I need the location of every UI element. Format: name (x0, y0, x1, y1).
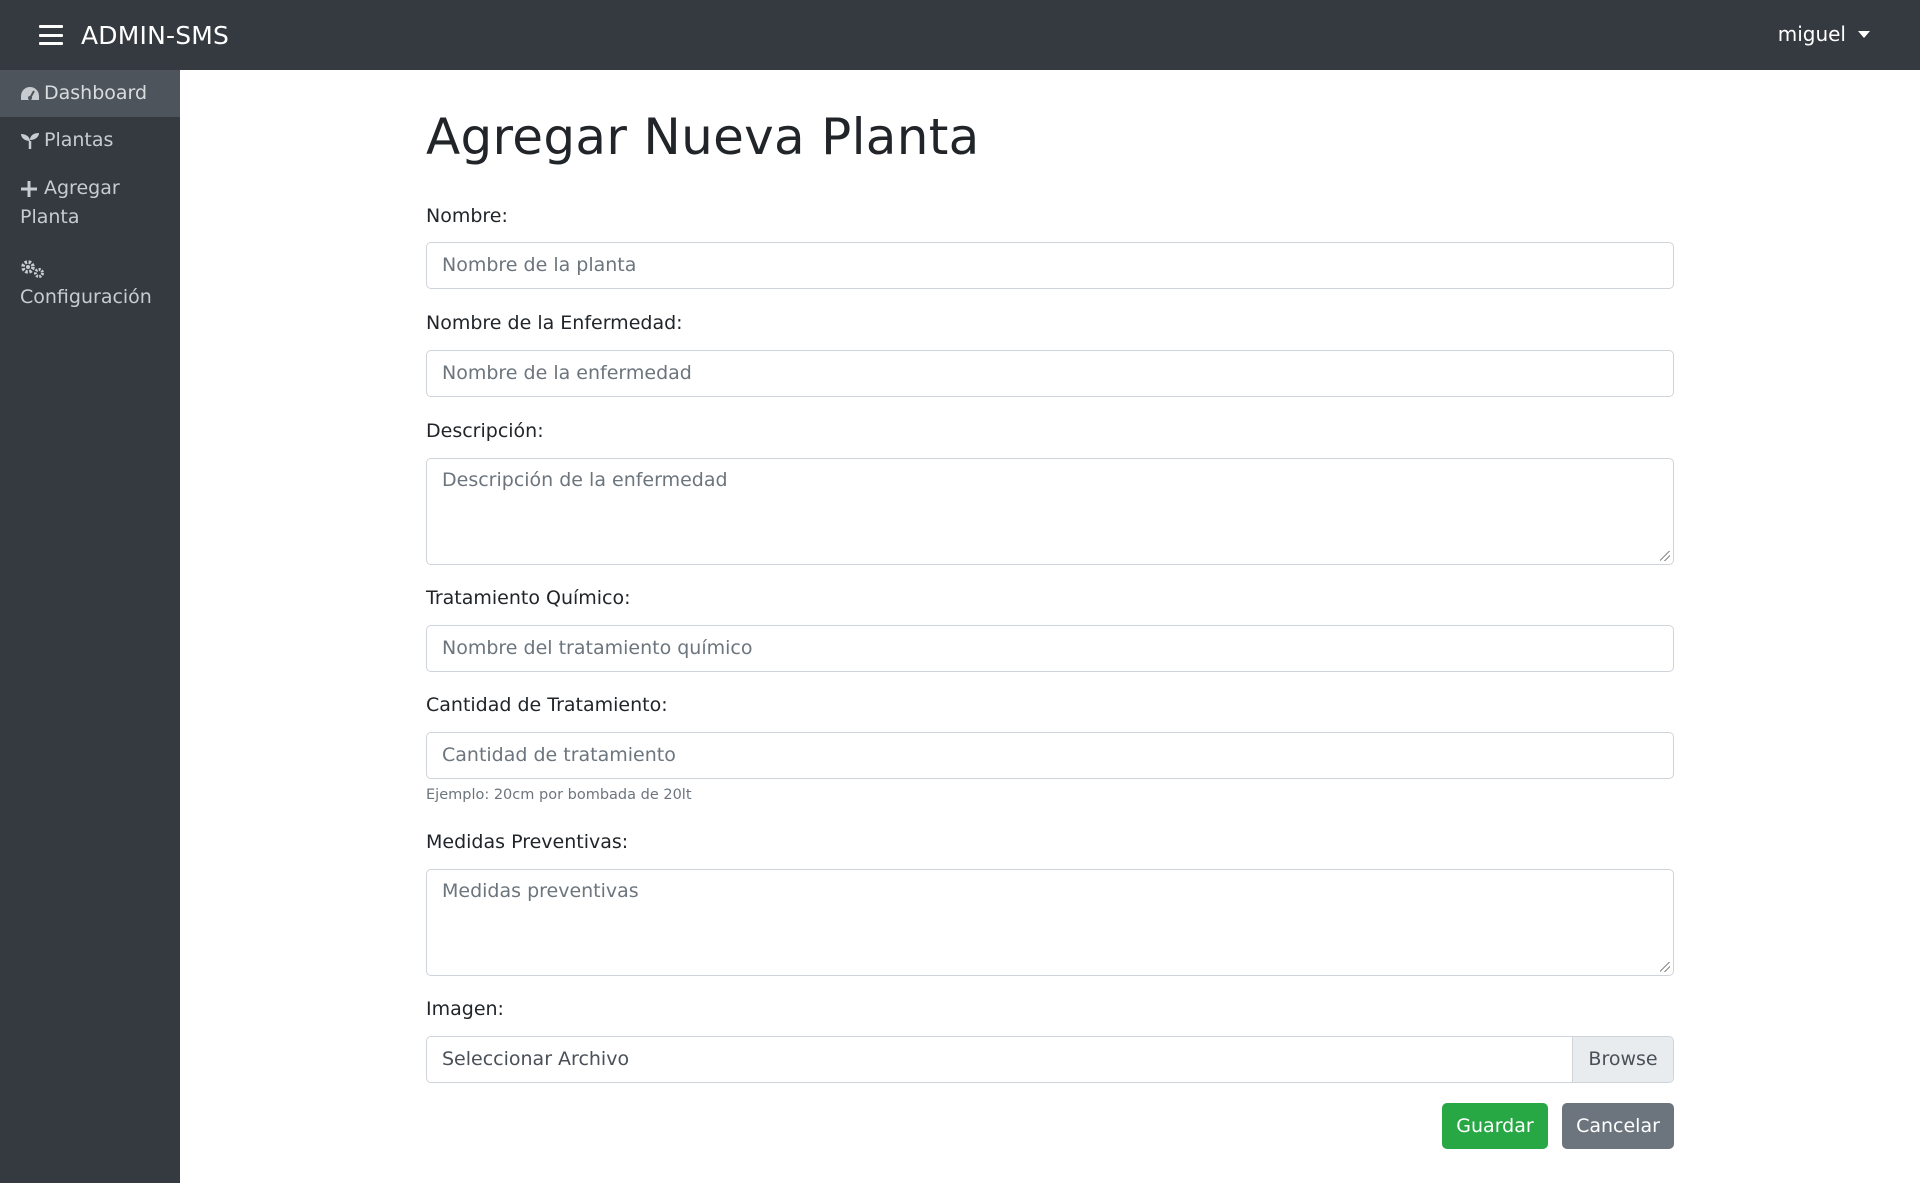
resize-grip-icon[interactable] (1660, 962, 1670, 972)
sidebar-item-agregar-planta[interactable]: Agregar Planta (0, 163, 180, 243)
user-dropdown[interactable]: miguel (1778, 22, 1870, 46)
save-button[interactable]: Guardar (1442, 1103, 1548, 1149)
tratamiento-input[interactable]: Nombre del tratamiento químico (426, 625, 1674, 672)
medidas-placeholder: Medidas preventivas (442, 880, 639, 902)
descripcion-placeholder: Descripción de la enfermedad (442, 469, 728, 491)
plus-icon (20, 174, 44, 203)
sidebar-item-label: Dashboard (44, 82, 148, 104)
caret-down-icon (1858, 30, 1870, 38)
cantidad-label: Cantidad de Tratamiento: (426, 694, 668, 716)
seedling-icon (20, 125, 44, 155)
imagen-label: Imagen: (426, 998, 504, 1020)
sidebar: Dashboard Plantas Agregar Planta Configu… (0, 70, 180, 1183)
dashboard-icon (20, 79, 44, 109)
sidebar-item-label-line2: Planta (20, 206, 80, 228)
brand-title[interactable]: ADMIN-SMS (81, 21, 229, 50)
cantidad-input[interactable]: Cantidad de tratamiento (426, 732, 1674, 779)
file-input-text[interactable]: Seleccionar Archivo (427, 1037, 1572, 1082)
sidebar-item-configuracion[interactable]: Configuración (0, 243, 180, 323)
sidebar-item-plantas[interactable]: Plantas (0, 117, 180, 164)
top-navbar: ADMIN-SMS miguel (0, 0, 1920, 70)
enfermedad-input[interactable]: Nombre de la enfermedad (426, 350, 1674, 397)
browse-button[interactable]: Browse (1572, 1037, 1673, 1082)
sidebar-item-label: Agregar (44, 177, 120, 199)
imagen-file-input[interactable]: Seleccionar Archivo Browse (426, 1036, 1674, 1083)
sidebar-item-label: Configuración (20, 286, 152, 308)
gears-icon (20, 254, 44, 283)
sidebar-item-label: Plantas (44, 128, 114, 151)
medidas-label: Medidas Preventivas: (426, 831, 629, 853)
descripcion-label: Descripción: (426, 420, 544, 442)
cancel-button[interactable]: Cancelar (1562, 1103, 1674, 1149)
descripcion-textarea[interactable]: Descripción de la enfermedad (426, 458, 1674, 565)
sidebar-item-dashboard[interactable]: Dashboard (0, 70, 180, 117)
nombre-label: Nombre: (426, 205, 508, 227)
user-name: miguel (1777, 22, 1846, 46)
resize-grip-icon[interactable] (1660, 551, 1670, 561)
nombre-input[interactable]: Nombre de la planta (426, 242, 1674, 289)
enfermedad-label: Nombre de la Enfermedad: (426, 312, 683, 334)
tratamiento-label: Tratamiento Químico: (426, 587, 631, 609)
hamburger-menu-icon[interactable] (39, 25, 63, 45)
medidas-textarea[interactable]: Medidas preventivas (426, 869, 1674, 976)
cantidad-hint: Ejemplo: 20cm por bombada de 20lt (426, 787, 692, 803)
page-title: Agregar Nueva Planta (426, 108, 980, 166)
